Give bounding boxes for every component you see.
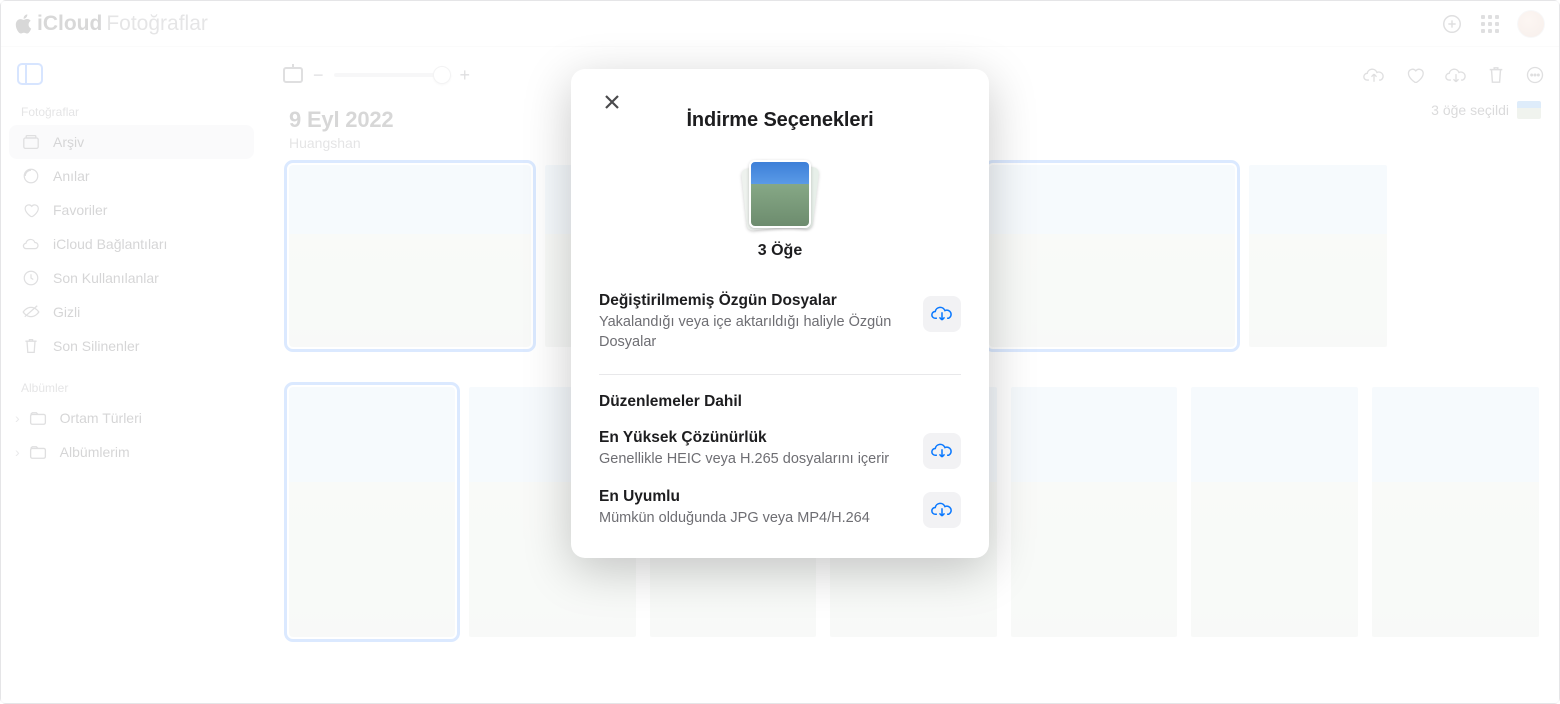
sidebar-item-label: Favoriler: [53, 202, 107, 218]
clock-icon: [21, 268, 41, 288]
folder-icon: [28, 408, 48, 428]
folder-icon: [28, 442, 48, 462]
sidebar-item-media-types[interactable]: › Ortam Türleri: [9, 401, 254, 435]
selection-thumb-icon: [1517, 101, 1541, 119]
download-icon[interactable]: [1445, 66, 1467, 84]
sidebar-item-label: Arşiv: [53, 134, 84, 150]
separator: [599, 374, 961, 375]
sidebar-item-favorites[interactable]: Favoriler: [9, 193, 254, 227]
account-avatar[interactable]: [1517, 10, 1545, 38]
option-title: En Uyumlu: [599, 488, 911, 506]
sidebar-item-memories[interactable]: Anılar: [9, 159, 254, 193]
sidebar-item-recently-deleted[interactable]: Son Silinenler: [9, 329, 254, 363]
sidebar-item-hidden[interactable]: Gizli: [9, 295, 254, 329]
option-subtitle: Yakalandığı veya içe aktarıldığı haliyle…: [599, 313, 911, 352]
brand-icloud[interactable]: iCloud: [37, 12, 102, 36]
option-most-compatible: En Uyumlu Mümkün olduğunda JPG veya MP4/…: [599, 484, 961, 529]
photo-thumbnail[interactable]: [1249, 165, 1387, 347]
sidebar-item-label: Albümlerim: [60, 444, 130, 460]
upload-icon[interactable]: [1363, 66, 1385, 84]
sidebar-item-my-albums[interactable]: › Albümlerim: [9, 435, 254, 469]
delete-icon[interactable]: [1487, 65, 1505, 85]
global-header: iCloud Fotoğraflar: [1, 1, 1559, 47]
option-subtitle: Mümkün olduğunda JPG veya MP4/H.264: [599, 509, 911, 529]
sidebar-item-label: Gizli: [53, 304, 80, 320]
download-originals-button[interactable]: [923, 296, 961, 332]
chevron-right-icon: ›: [15, 444, 20, 460]
sidebar-item-recents[interactable]: Son Kullanılanlar: [9, 261, 254, 295]
selection-count-label: 3 öğe seçildi: [1431, 102, 1509, 118]
sidebar-heading-albums: Albümler: [9, 373, 254, 401]
download-compatible-button[interactable]: [923, 492, 961, 528]
option-subtitle: Genellikle HEIC veya H.265 dosyalarını i…: [599, 450, 911, 470]
heart-icon: [21, 200, 41, 220]
sidebar-heading-photos: Fotoğraflar: [9, 97, 254, 125]
zoom-slider[interactable]: [334, 73, 442, 77]
trash-icon: [21, 336, 41, 356]
zoom-out-button[interactable]: −: [313, 65, 324, 86]
zoom-in-button[interactable]: +: [460, 65, 471, 86]
chevron-right-icon: ›: [15, 410, 20, 426]
memories-icon: [21, 166, 41, 186]
sidebar-item-icloud-links[interactable]: iCloud Bağlantıları: [9, 227, 254, 261]
photo-thumbnail[interactable]: [989, 165, 1235, 347]
download-highres-button[interactable]: [923, 433, 961, 469]
library-icon: [21, 132, 41, 152]
sidebar: Fotoğraflar Arşiv Anılar Favoriler iClou…: [1, 47, 263, 704]
photo-thumbnail[interactable]: [289, 165, 531, 347]
photo-thumbnail[interactable]: [1372, 387, 1539, 637]
cloud-icon: [21, 234, 41, 254]
brand-app: Fotoğraflar: [106, 12, 208, 36]
apple-logo-icon: [15, 14, 33, 34]
app-launcher-icon[interactable]: [1479, 13, 1501, 35]
option-unmodified-originals: Değiştirilmemiş Özgün Dosyalar Yakalandı…: [599, 288, 961, 366]
item-count-label: 3 Öğe: [599, 242, 961, 260]
more-icon[interactable]: [1525, 65, 1545, 85]
sidebar-item-label: Anılar: [53, 168, 90, 184]
sidebar-toggle-icon[interactable]: [17, 63, 43, 85]
option-highest-resolution: En Yüksek Çözünürlük Genellikle HEIC vey…: [599, 425, 961, 484]
preview-stack: [744, 158, 816, 232]
selection-status: 3 öğe seçildi: [1431, 101, 1541, 119]
sidebar-item-label: Son Silinenler: [53, 338, 139, 354]
favorite-icon[interactable]: [1405, 66, 1425, 84]
sidebar-item-library[interactable]: Arşiv: [9, 125, 254, 159]
modal-title: İndirme Seçenekleri: [599, 109, 961, 132]
sidebar-item-label: Son Kullanılanlar: [53, 270, 159, 286]
add-icon[interactable]: [1441, 13, 1463, 35]
section-label-edits-included: Düzenlemeler Dahil: [599, 393, 961, 411]
option-title: En Yüksek Çözünürlük: [599, 429, 911, 447]
photo-thumbnail[interactable]: [289, 387, 455, 637]
aspect-toggle-icon[interactable]: [283, 67, 303, 83]
app-window: iCloud Fotoğraflar Fotoğraflar Arşiv Anı…: [0, 0, 1560, 704]
zoom-control: − +: [313, 65, 470, 86]
eye-off-icon: [21, 302, 41, 322]
photo-thumbnail[interactable]: [1191, 387, 1357, 637]
sidebar-item-label: Ortam Türleri: [60, 410, 142, 426]
sidebar-item-label: iCloud Bağlantıları: [53, 236, 167, 252]
option-title: Değiştirilmemiş Özgün Dosyalar: [599, 292, 911, 310]
photo-thumbnail[interactable]: [1011, 387, 1177, 637]
download-options-modal: İndirme Seçenekleri 3 Öğe Değiştirilmemi…: [571, 69, 989, 558]
